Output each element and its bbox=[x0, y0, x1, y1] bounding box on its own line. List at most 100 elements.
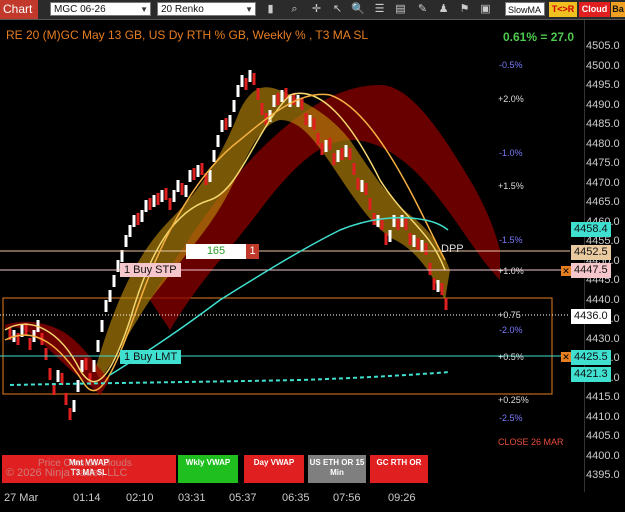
down-bar bbox=[328, 138, 332, 150]
ma-selector[interactable]: SlowMA bbox=[505, 2, 545, 16]
chevron-down-icon: ▼ bbox=[245, 5, 253, 14]
bar-button[interactable]: Ba bbox=[611, 2, 625, 17]
percent-level-label: +0.75 bbox=[498, 310, 521, 320]
up-bar bbox=[296, 95, 300, 107]
down-bar bbox=[440, 283, 444, 295]
up-bar bbox=[100, 320, 104, 332]
tick-renko-button[interactable]: T<>R bbox=[549, 2, 577, 17]
template-icon[interactable]: ▤ bbox=[394, 3, 407, 16]
up-bar bbox=[208, 170, 212, 182]
up-bar bbox=[176, 180, 180, 192]
down-bar bbox=[384, 233, 388, 245]
up-bar bbox=[280, 90, 284, 102]
order-count-flag[interactable]: 1 bbox=[246, 244, 259, 259]
pointer-icon[interactable]: ↖ bbox=[331, 3, 344, 16]
percent-level-label: +1.0% bbox=[498, 266, 524, 276]
down-bar bbox=[424, 243, 428, 255]
down-bar bbox=[68, 408, 72, 420]
up-bar bbox=[236, 85, 240, 97]
up-bar bbox=[96, 340, 100, 352]
up-bar bbox=[308, 115, 312, 127]
percent-level-label: -1.0% bbox=[499, 148, 523, 158]
magnifier-icon[interactable]: ⌕ bbox=[288, 3, 301, 16]
up-bar bbox=[72, 400, 76, 412]
y-tick-label: 4395.0 bbox=[586, 469, 620, 481]
down-bar bbox=[256, 88, 260, 100]
draw-tool-icon[interactable]: ✎ bbox=[416, 3, 429, 16]
price-marker: 4425.5 bbox=[571, 350, 611, 365]
crosshair-icon[interactable]: ✛ bbox=[310, 3, 323, 16]
x-tick-label: 27 Mar bbox=[4, 492, 39, 504]
y-tick-label: 4505.0 bbox=[586, 40, 620, 52]
order-quantity-flag[interactable]: 165 bbox=[186, 244, 246, 259]
weekly-vwap-button[interactable]: Wkly VWAP bbox=[178, 455, 238, 483]
y-tick-label: 4405.0 bbox=[586, 430, 620, 442]
chart-tab[interactable]: Chart bbox=[0, 0, 38, 19]
up-bar bbox=[216, 135, 220, 147]
down-bar bbox=[356, 178, 360, 190]
down-bar bbox=[404, 218, 408, 230]
instrument-selector[interactable]: MGC 06-26 ▼ bbox=[50, 2, 151, 16]
price-chart[interactable] bbox=[0, 20, 625, 492]
y-tick-label: 4475.0 bbox=[586, 157, 620, 169]
up-bar bbox=[324, 140, 328, 152]
weekly-vwap-label: Wkly VWAP bbox=[185, 458, 231, 467]
buy-stop-order[interactable]: 1 Buy STP bbox=[120, 263, 181, 277]
x-tick-label: 03:31 bbox=[178, 492, 206, 504]
y-tick-label: 4400.0 bbox=[586, 449, 620, 462]
cancel-limit-icon[interactable]: ✕ bbox=[561, 352, 571, 362]
up-bar bbox=[104, 300, 108, 312]
down-bar bbox=[432, 278, 436, 290]
down-bar bbox=[164, 188, 168, 200]
bar-chart-icon[interactable]: ▮ bbox=[264, 3, 277, 16]
zoom-icon[interactable]: 🔍 bbox=[351, 3, 365, 16]
down-bar bbox=[312, 118, 316, 130]
y-tick-label: 4490.0 bbox=[586, 98, 620, 111]
up-bar bbox=[76, 380, 80, 392]
down-bar bbox=[44, 348, 48, 360]
y-tick-label: 4415.0 bbox=[586, 391, 620, 403]
price-marker: 4421.3 bbox=[571, 367, 611, 382]
down-bar bbox=[364, 183, 368, 195]
lock-icon[interactable]: ▣ bbox=[479, 3, 492, 16]
day-vwap-button[interactable]: Day VWAP bbox=[244, 455, 304, 483]
up-bar bbox=[212, 150, 216, 162]
y-tick-label: 4480.0 bbox=[586, 137, 620, 150]
up-bar bbox=[132, 215, 136, 227]
cloud-button[interactable]: Cloud bbox=[579, 2, 610, 17]
chart-title: RE 20 (M)GC May 13 GB, US Dy RTH % GB, W… bbox=[6, 28, 369, 42]
down-bar bbox=[168, 198, 172, 210]
cancel-stop-icon[interactable]: ✕ bbox=[561, 266, 571, 276]
y-tick-label: 4500.0 bbox=[586, 59, 620, 72]
down-bar bbox=[316, 133, 320, 145]
up-bar bbox=[240, 75, 244, 87]
up-bar bbox=[388, 230, 392, 242]
down-bar bbox=[200, 163, 204, 175]
chart-trader-icon[interactable]: ⚑ bbox=[458, 3, 471, 16]
us-eth-or-label: US ETH OR 15 Min bbox=[309, 458, 365, 477]
percent-level-label: +1.5% bbox=[498, 181, 524, 191]
chevron-down-icon: ▼ bbox=[140, 5, 148, 14]
up-bar bbox=[272, 95, 276, 107]
down-bar bbox=[332, 153, 336, 165]
up-bar bbox=[140, 210, 144, 222]
us-eth-or-button[interactable]: US ETH OR 15 Min bbox=[308, 455, 366, 483]
x-tick-label: 07:56 bbox=[333, 492, 361, 504]
bar-type-selector[interactable]: 20 Renko ▼ bbox=[157, 2, 256, 16]
up-bar bbox=[172, 190, 176, 202]
up-bar bbox=[220, 120, 224, 132]
down-bar bbox=[224, 118, 228, 130]
down-bar bbox=[416, 238, 420, 250]
percent-level-label: -2.5% bbox=[499, 413, 523, 423]
down-bar bbox=[408, 233, 412, 245]
strategy-icon[interactable]: ♟ bbox=[437, 3, 450, 16]
x-tick-label: 02:10 bbox=[126, 492, 154, 504]
percent-level-label: +2.0% bbox=[498, 94, 524, 104]
gc-rth-or-button[interactable]: GC RTH OR bbox=[370, 455, 428, 483]
x-tick-label: 06:35 bbox=[282, 492, 310, 504]
down-bar bbox=[180, 183, 184, 195]
buy-limit-order[interactable]: 1 Buy LMT bbox=[120, 350, 182, 364]
properties-icon[interactable]: ☰ bbox=[373, 3, 386, 16]
up-bar bbox=[108, 290, 112, 302]
down-bar bbox=[428, 263, 432, 275]
